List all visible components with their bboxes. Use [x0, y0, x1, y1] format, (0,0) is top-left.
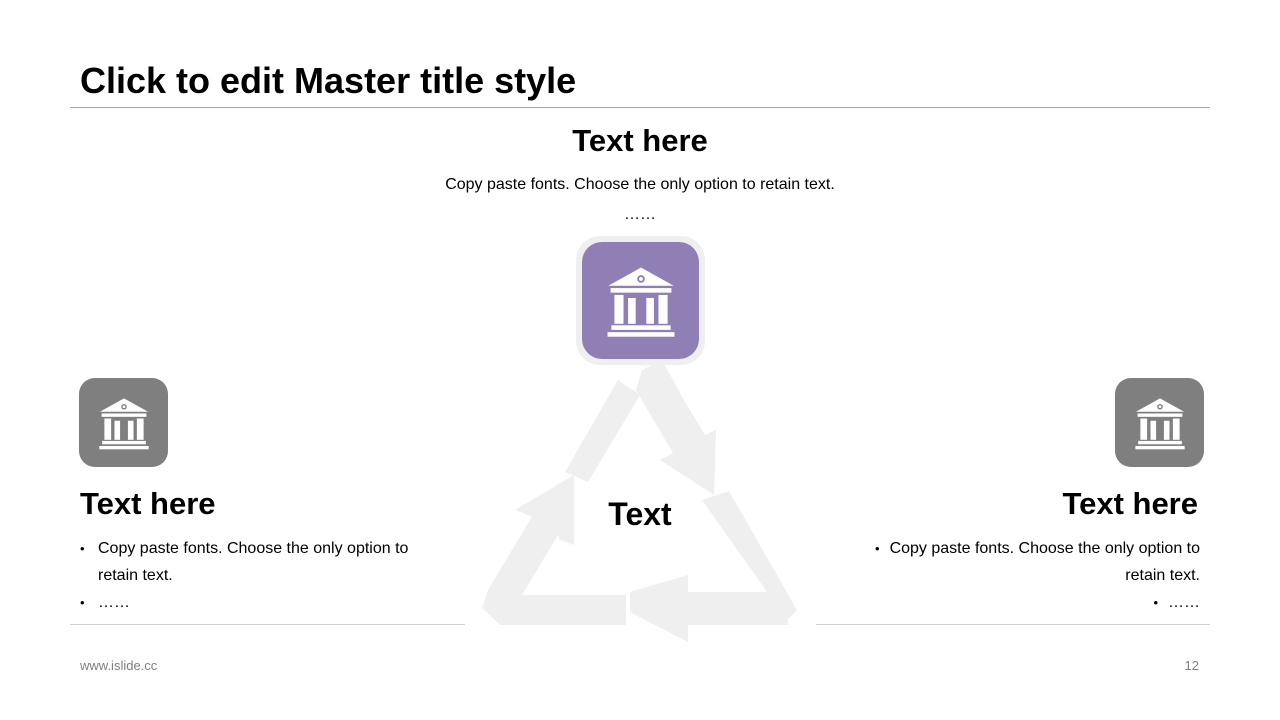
- right-item-heading: Text here: [1062, 486, 1198, 521]
- slide-title: Click to edit Master title style: [80, 60, 577, 101]
- cycle-center-label: Text: [608, 496, 672, 532]
- museum-icon: [607, 267, 674, 337]
- title-divider: [70, 107, 1210, 108]
- bottom-divider-right: [816, 624, 1210, 625]
- page-number: 12: [1184, 658, 1199, 673]
- bullet-item: • Copy paste fonts. Choose the only optio…: [875, 540, 1200, 584]
- bullet-item: •……: [1153, 594, 1200, 611]
- museum-icon: [1134, 397, 1185, 449]
- top-icon-tile: [582, 242, 699, 359]
- bullet-item: ……: [80, 589, 440, 616]
- footer-url: www.islide.cc: [80, 658, 158, 673]
- right-item-bullets: • Copy paste fonts. Choose the only optio…: [860, 535, 1200, 616]
- left-item-bullets: Copy paste fonts. Choose the only option…: [80, 535, 440, 616]
- cycle-arrow-segment-top: [565, 380, 640, 482]
- cycle-arrow-right: [636, 360, 716, 495]
- bullet-text: Copy paste fonts. Choose the only option…: [889, 540, 1200, 584]
- top-item-ellipsis: ……: [624, 206, 656, 223]
- bottom-divider-left: [70, 624, 465, 625]
- right-icon-tile: [1115, 378, 1204, 467]
- bullet-item: Copy paste fonts. Choose the only option…: [80, 535, 440, 589]
- top-item-heading: Text here: [572, 123, 708, 158]
- bullet-text: ……: [1168, 594, 1200, 611]
- left-item-heading: Text here: [80, 486, 216, 521]
- top-item-body: Copy paste fonts. Choose the only option…: [445, 176, 835, 193]
- museum-icon: [98, 397, 149, 449]
- left-icon-tile: [79, 378, 168, 467]
